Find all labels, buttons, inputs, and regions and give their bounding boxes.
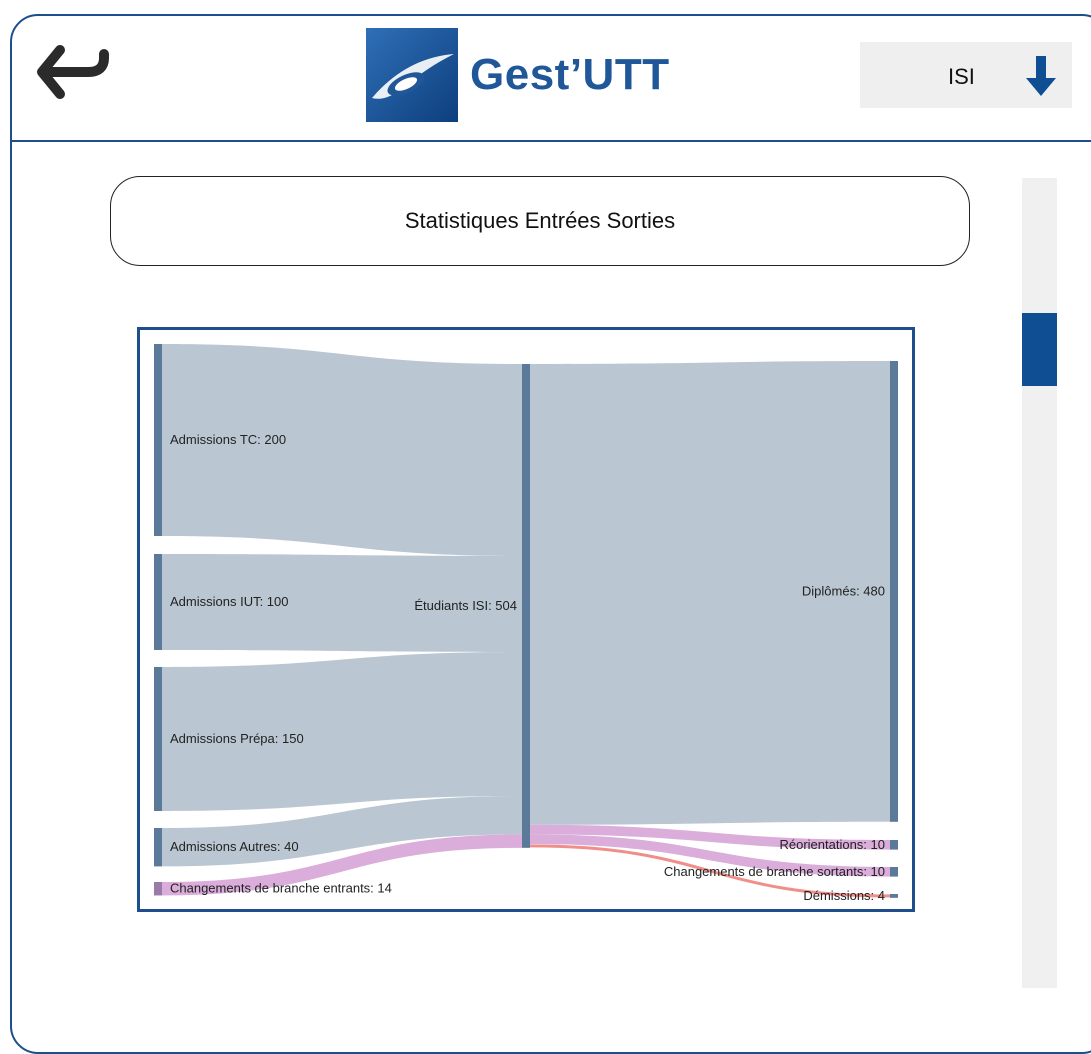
sankey-node-tc — [154, 344, 162, 536]
return-arrow-icon — [37, 45, 109, 99]
sankey-node-reor — [890, 840, 898, 850]
sankey-label-reor: Réorientations: 10 — [779, 837, 885, 852]
sankey-label-autres: Admissions Autres: 40 — [170, 839, 299, 854]
sankey-node-autres — [154, 828, 162, 867]
sankey-node-dipl — [890, 361, 898, 822]
sankey-label-chg_out: Changements de branche sortants: 10 — [664, 864, 885, 879]
scrollbar-thumb[interactable] — [1022, 313, 1057, 386]
arrow-down-icon — [1026, 56, 1056, 96]
branch-selector[interactable]: ISI — [860, 42, 1072, 108]
sankey-node-prepa — [154, 667, 162, 811]
sankey-label-iut: Admissions IUT: 100 — [170, 594, 289, 609]
sankey-label-isi: Étudiants ISI: 504 — [414, 598, 517, 613]
sankey-node-iut — [154, 554, 162, 650]
sankey-label-tc: Admissions TC: 200 — [170, 432, 286, 447]
sankey-link-tc-isi — [162, 344, 522, 556]
branch-selector-value: ISI — [948, 64, 975, 89]
page-title: Statistiques Entrées Sorties — [110, 176, 970, 266]
sankey-node-dem — [890, 894, 898, 898]
sankey-label-dipl: Diplômés: 480 — [802, 583, 885, 598]
app-title: Gest’UTT — [470, 50, 670, 99]
back-button[interactable] — [30, 38, 114, 114]
sankey-chart: Admissions TC: 200 Admissions IUT: 100 Adm… — [137, 327, 915, 912]
sankey-svg: Admissions TC: 200 Admissions IUT: 100 Adm… — [154, 344, 898, 903]
sankey-label-prepa: Admissions Prépa: 150 — [170, 731, 304, 746]
scrollbar-track[interactable] — [1022, 178, 1057, 988]
sankey-node-chg_in — [154, 882, 162, 896]
utt-logo-icon — [366, 28, 458, 122]
sankey-node-isi — [522, 364, 530, 848]
sankey-node-chg_out — [890, 867, 898, 877]
sankey-label-dem: Démissions: 4 — [803, 888, 885, 903]
sankey-label-chg_in: Changements de branche entrants: 14 — [170, 881, 392, 896]
header-divider — [10, 140, 1091, 142]
